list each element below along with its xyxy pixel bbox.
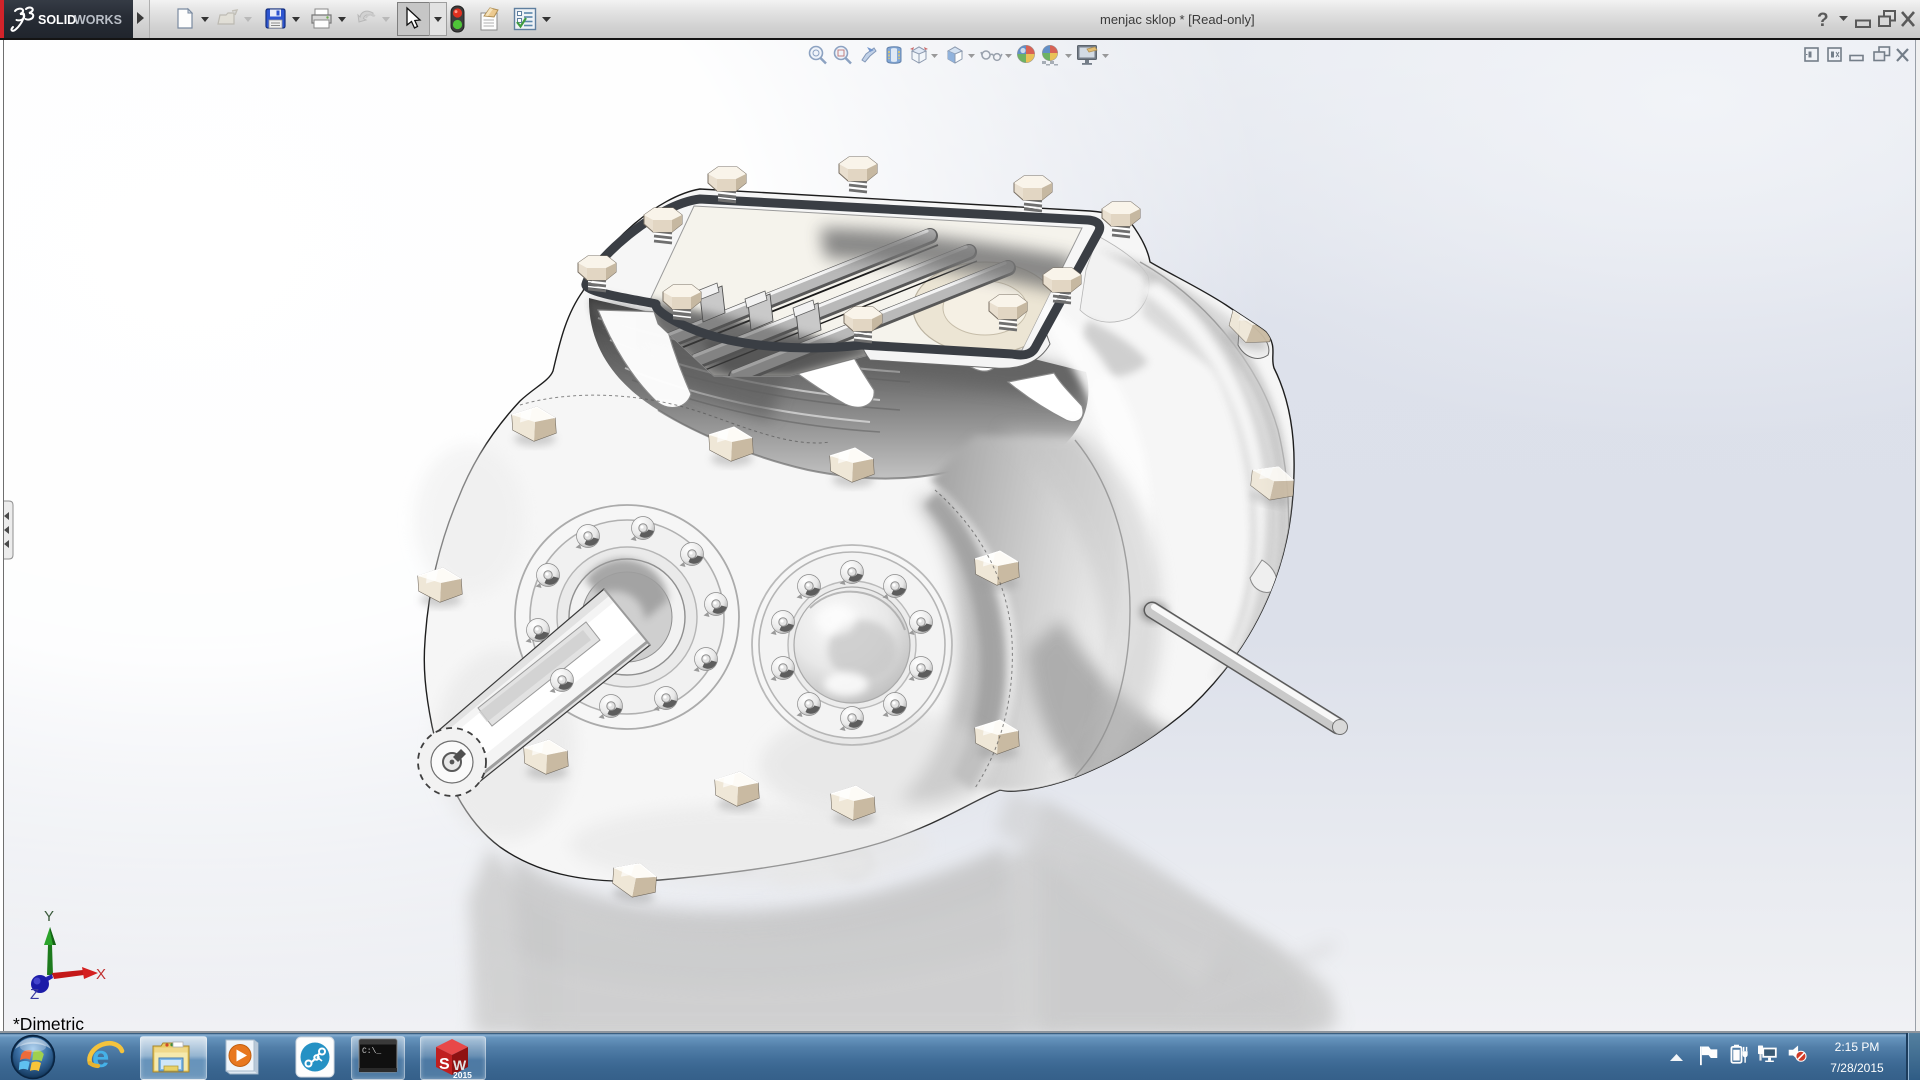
svg-text:7/28/2015: 7/28/2015 (1830, 1061, 1884, 1075)
svg-text:Z: Z (30, 986, 39, 1003)
svg-text:2:15 PM: 2:15 PM (1835, 1040, 1880, 1054)
svg-text:2015: 2015 (453, 1070, 472, 1079)
svg-text:SOLID: SOLID (38, 13, 76, 27)
svg-text:?: ? (1817, 10, 1829, 31)
svg-text:WORKS: WORKS (74, 13, 122, 27)
svg-text:S: S (439, 1056, 450, 1073)
svg-text:X: X (96, 966, 106, 983)
svg-text:C:\_: C:\_ (362, 1047, 381, 1056)
svg-text:Y: Y (44, 908, 54, 925)
